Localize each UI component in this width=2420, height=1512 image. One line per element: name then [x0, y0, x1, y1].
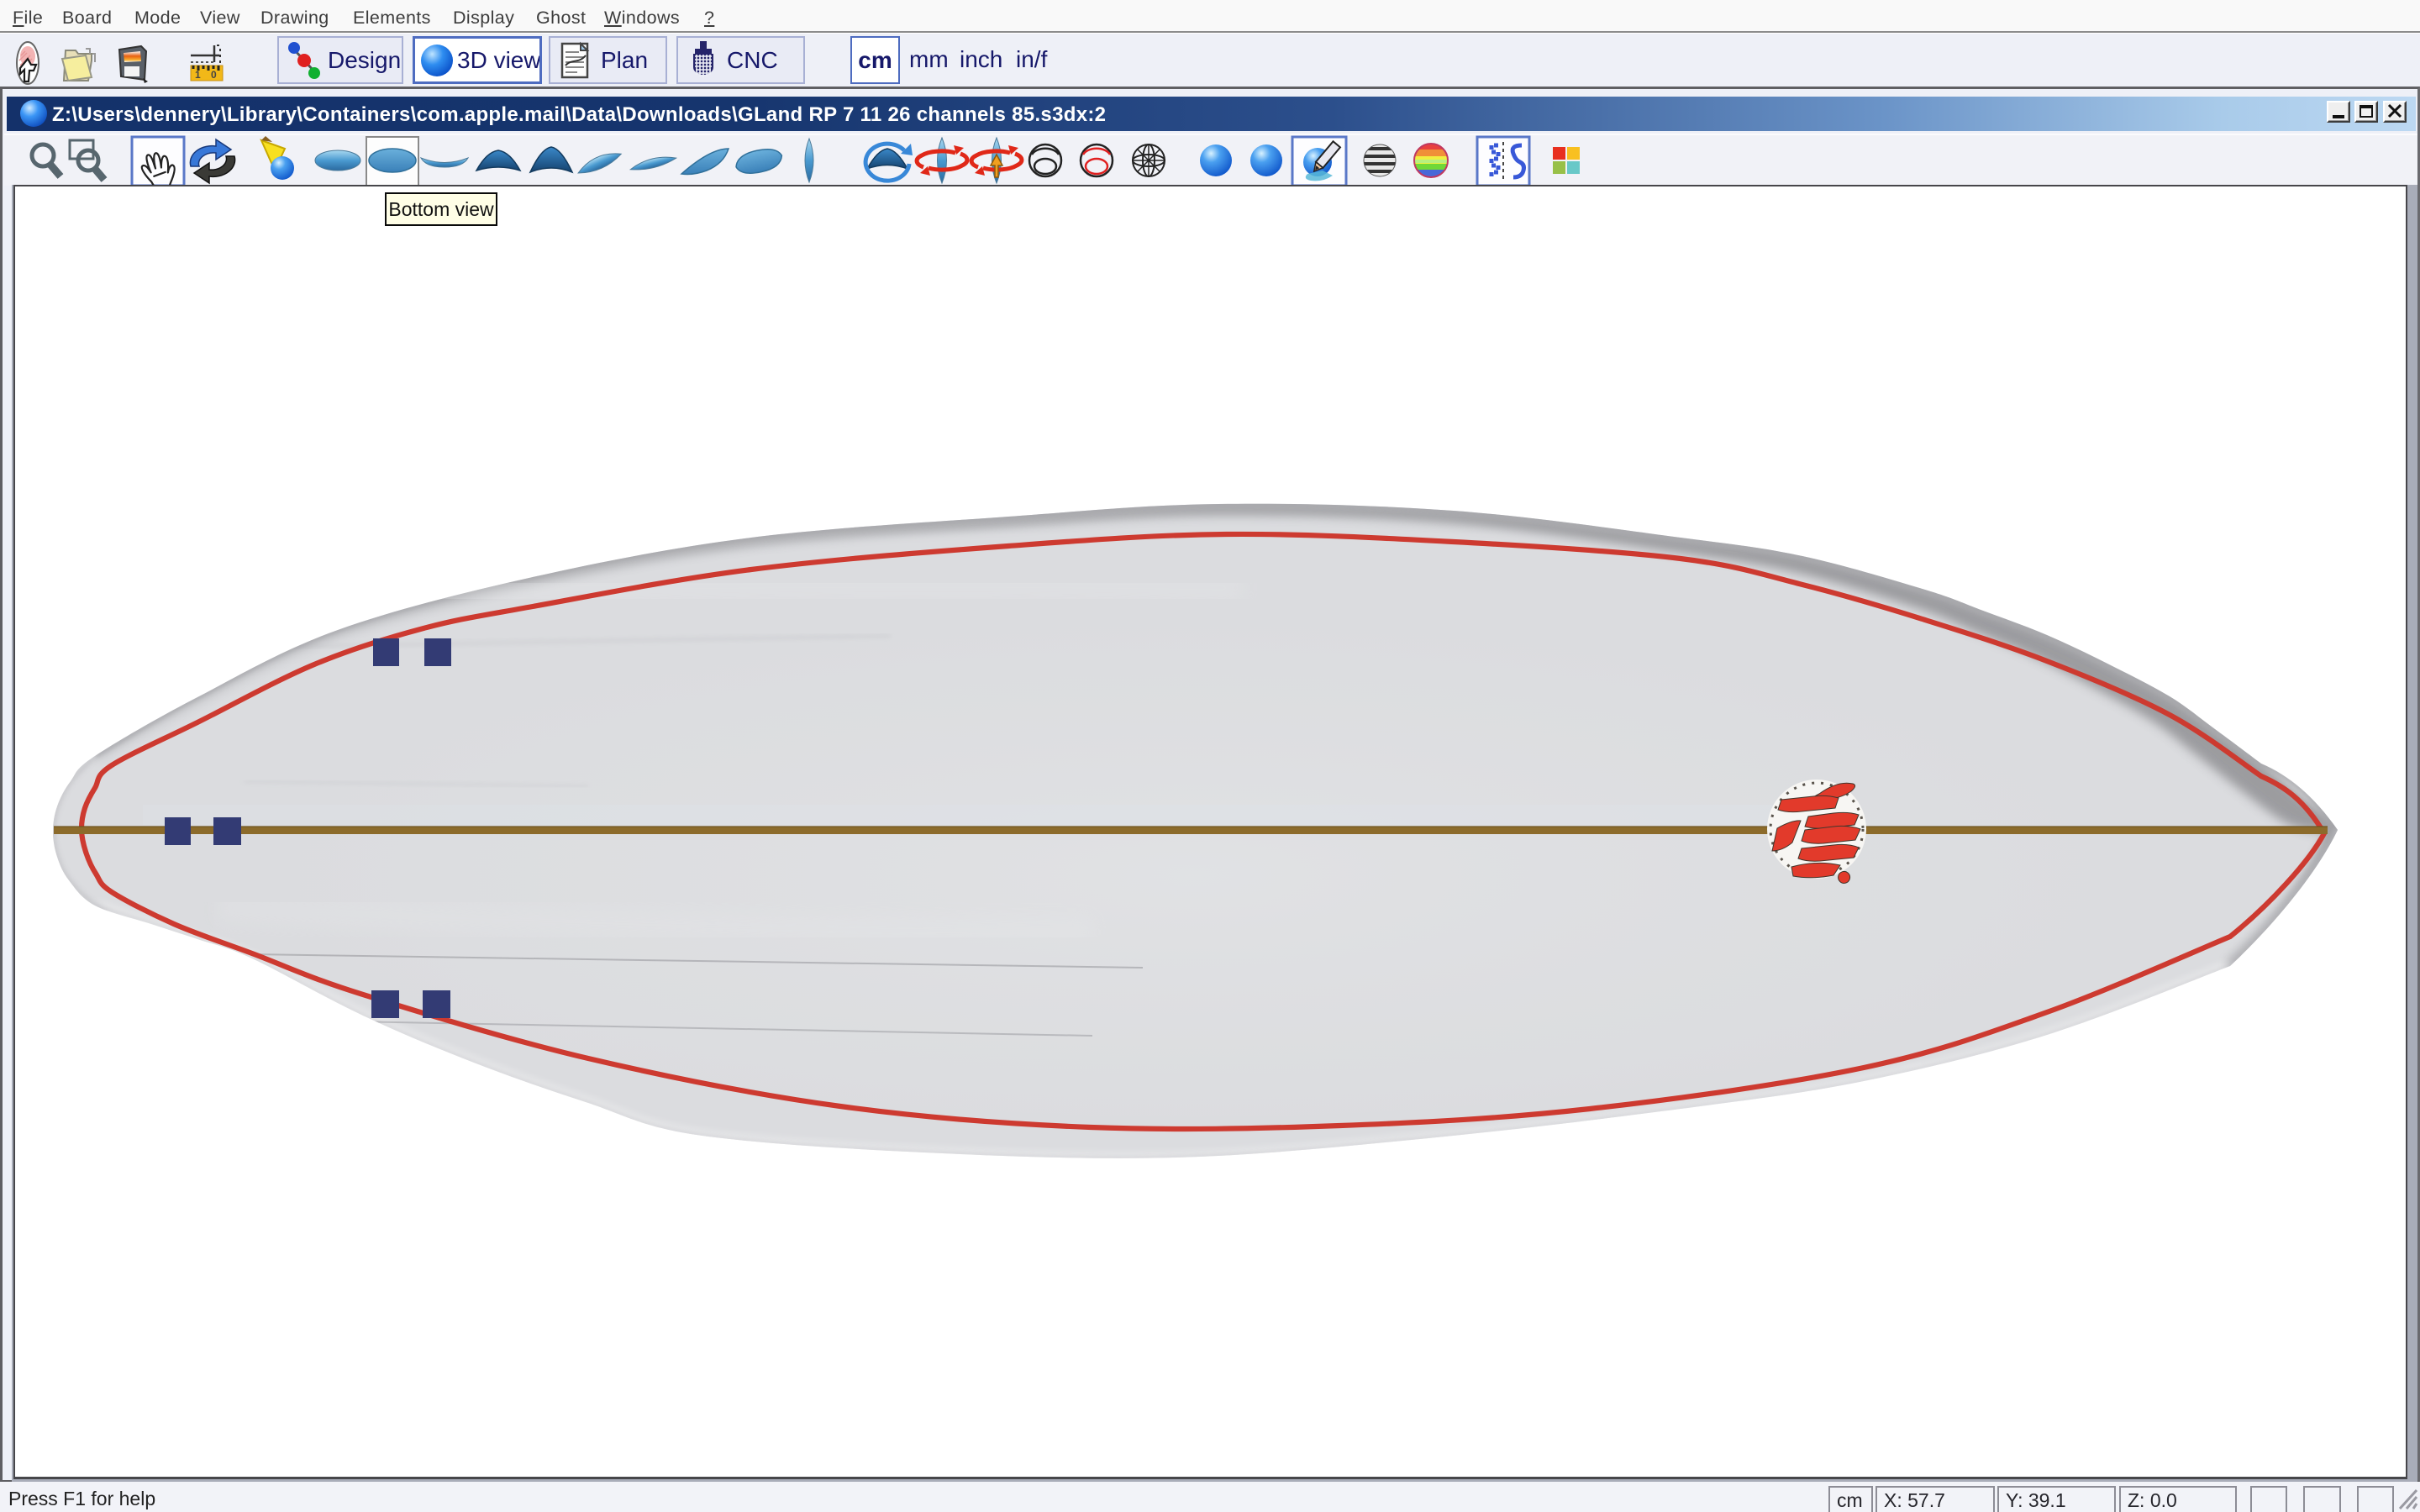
svg-text:0: 0 — [211, 69, 217, 81]
svg-text:1: 1 — [195, 69, 201, 81]
